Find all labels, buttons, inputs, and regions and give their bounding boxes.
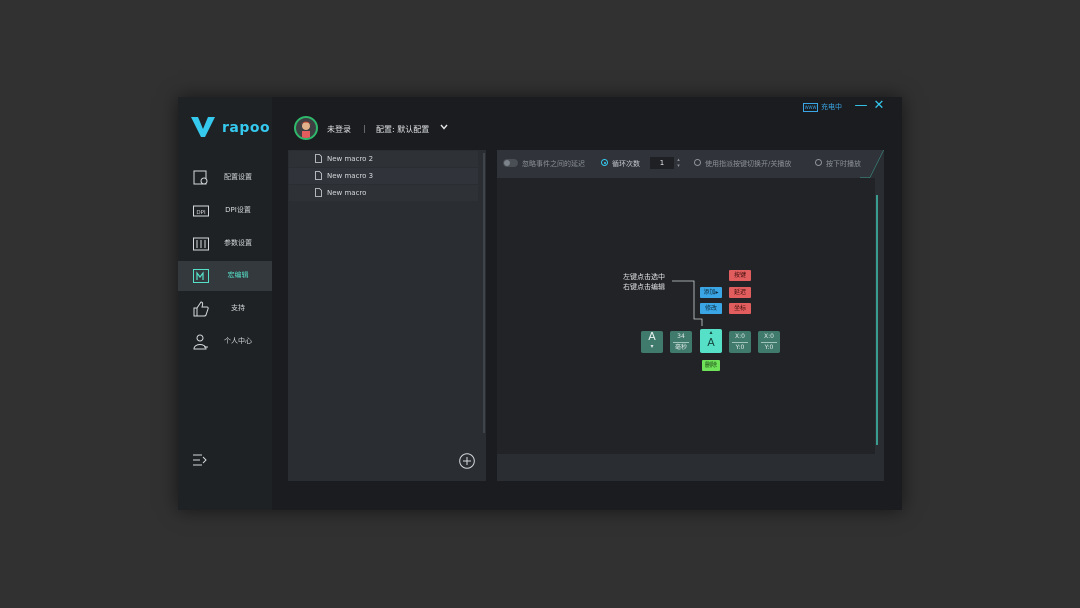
sidebar-item-macro[interactable]: 宏编辑 xyxy=(178,261,272,291)
loop-count-stepper[interactable]: ▴ ▾ xyxy=(675,157,682,169)
sidebar-item-label: 宏编辑 xyxy=(227,271,249,279)
sidebar-item-label: 配置设置 xyxy=(224,173,252,181)
macro-name: New macro 2 xyxy=(327,155,374,163)
sidebar-item-params[interactable]: 参数设置 xyxy=(178,229,272,259)
sidebar-item-dpi[interactable]: DPI DPI设置 xyxy=(178,196,272,226)
node-divider xyxy=(732,342,748,343)
toolbar-edge-decoration xyxy=(860,150,884,178)
user-icon xyxy=(193,334,208,350)
list-item[interactable]: New macro 3 xyxy=(289,168,478,184)
node-divider xyxy=(673,342,689,343)
minimize-button[interactable]: — xyxy=(854,99,868,113)
config-icon xyxy=(193,170,208,185)
charge-status: 充电中 xyxy=(821,103,842,111)
rapoo-logo-icon xyxy=(191,117,215,137)
editor-footer xyxy=(497,454,884,481)
avatar[interactable] xyxy=(294,116,318,140)
hint-left-click: 左键点击选中 xyxy=(623,273,665,281)
macro-icon xyxy=(193,269,209,283)
event-bottom: 毫秒 xyxy=(674,344,687,351)
loop-count-input[interactable]: 1 xyxy=(650,157,674,169)
delete-button[interactable]: 删除 xyxy=(702,360,720,371)
sidebar-item-label: 个人中心 xyxy=(224,337,252,345)
event-delay[interactable]: 34 毫秒 xyxy=(670,331,692,353)
thumbs-up-icon xyxy=(193,301,209,317)
event-bottom: Y:0 xyxy=(764,344,774,351)
hold-mode-label: 按下时播放 xyxy=(826,160,861,168)
ignore-delay-toggle[interactable] xyxy=(503,159,518,167)
list-item[interactable]: New macro xyxy=(289,185,478,201)
dpi-icon: DPI xyxy=(193,205,209,217)
sidebar-item-label: 支持 xyxy=(231,304,245,312)
sidebar-item-profile[interactable]: 个人中心 xyxy=(178,327,272,357)
config-selector[interactable]: 配置: 默认配置 xyxy=(376,124,429,135)
add-button[interactable]: 添加▸ xyxy=(700,287,722,298)
add-macro-button[interactable] xyxy=(459,453,475,469)
canvas-scrollbar[interactable] xyxy=(876,195,878,445)
event-top: A xyxy=(648,330,656,343)
macro-name: New macro xyxy=(327,189,367,197)
loop-label: 循环次数 xyxy=(612,160,640,168)
toggle-mode-radio[interactable] xyxy=(694,159,701,166)
params-icon xyxy=(193,237,209,251)
chevron-down-icon[interactable] xyxy=(439,122,449,132)
avatar-image-icon xyxy=(301,121,311,138)
macro-name: New macro 3 xyxy=(327,172,374,180)
close-button[interactable]: ✕ xyxy=(872,99,886,113)
event-coord[interactable]: X:0 Y:0 xyxy=(729,331,751,353)
ignore-delay-label: 忽略事件之间的延迟 xyxy=(522,160,585,168)
document-icon xyxy=(315,171,322,180)
sidebar-item-label: DPI设置 xyxy=(225,206,251,214)
loop-radio[interactable] xyxy=(601,159,608,166)
event-key-down[interactable]: A ▾ xyxy=(641,331,663,353)
macro-list-scrollbar[interactable] xyxy=(483,153,485,433)
hint-right-click: 右键点击编辑 xyxy=(623,283,665,291)
event-bottom: A xyxy=(707,336,715,349)
charging-icon: WWW xyxy=(803,103,818,112)
insert-key-button[interactable]: 按键 xyxy=(729,270,751,281)
brand-name: rapoo xyxy=(222,120,271,136)
sidebar-item-config[interactable]: 配置设置 xyxy=(178,163,272,193)
insert-coord-button[interactable]: 坐标 xyxy=(729,303,751,314)
add-arrow-icon: ▸ xyxy=(715,289,719,296)
event-key-up-selected[interactable]: ▴ A xyxy=(700,329,722,353)
edit-button[interactable]: 修改 xyxy=(700,303,722,314)
sidebar-item-support[interactable]: 支持 xyxy=(178,294,272,324)
svg-text:DPI: DPI xyxy=(196,210,206,216)
header-separator: | xyxy=(363,124,366,133)
sidebar-item-label: 参数设置 xyxy=(224,239,252,247)
toggle-mode-label: 使用指派按键切换开/关播放 xyxy=(705,160,792,168)
document-icon xyxy=(315,154,322,163)
list-item[interactable]: New macro 2 xyxy=(289,151,478,167)
add-label: 添加 xyxy=(703,289,716,296)
event-bottom: Y:0 xyxy=(735,344,745,351)
user-name[interactable]: 未登录 xyxy=(327,124,351,135)
event-top: X:0 xyxy=(735,333,745,340)
collapse-menu-icon[interactable] xyxy=(193,454,207,466)
down-arrow-icon: ▾ xyxy=(650,343,654,350)
event-coord[interactable]: X:0 Y:0 xyxy=(758,331,780,353)
insert-delay-button[interactable]: 延迟 xyxy=(729,287,751,298)
document-icon xyxy=(315,188,322,197)
event-top: 34 xyxy=(677,333,685,340)
node-divider xyxy=(761,342,777,343)
hold-mode-radio[interactable] xyxy=(815,159,822,166)
event-top: X:0 xyxy=(764,333,774,340)
